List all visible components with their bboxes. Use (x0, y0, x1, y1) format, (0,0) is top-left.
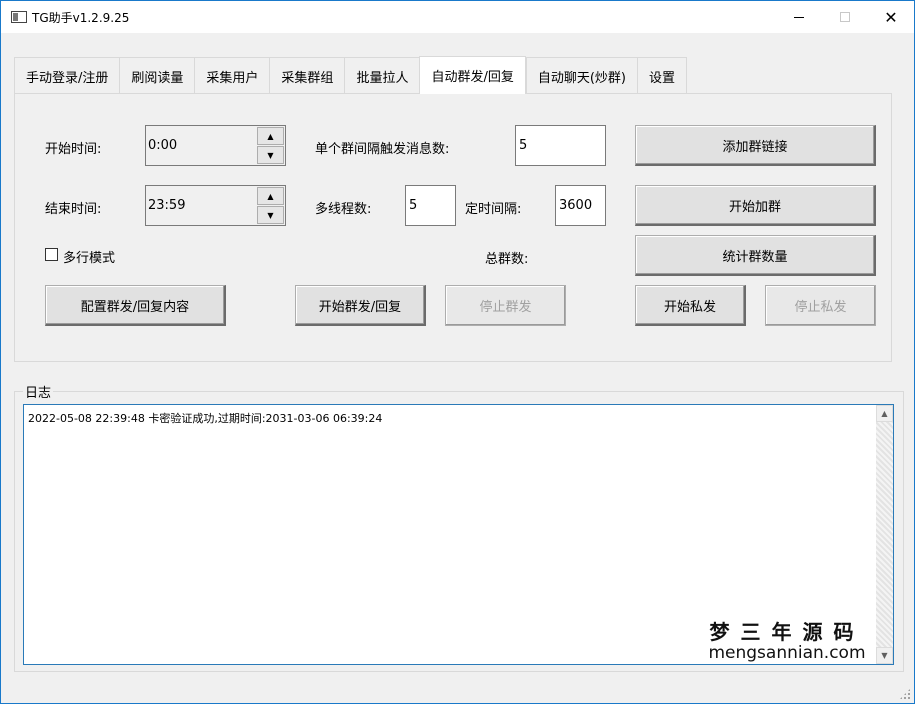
start-join-button[interactable]: 开始加群 (635, 185, 876, 226)
tab-read-count[interactable]: 刷阅读量 (119, 57, 195, 94)
title-bar[interactable]: TG助手v1.2.9.25 ✕ (1, 1, 914, 33)
tab-strip: 手动登录/注册 刷阅读量 采集用户 采集群组 批量拉人 自动群发/回复 自动聊天… (14, 56, 688, 94)
end-time-spinner[interactable]: 23:59 ▲ ▼ (145, 185, 286, 226)
window-title: TG助手v1.2.9.25 (32, 11, 130, 25)
end-time-value[interactable]: 23:59 (148, 198, 185, 213)
watermark-en: mengsannian.com (708, 643, 866, 663)
close-button[interactable]: ✕ (868, 1, 914, 33)
tab-collect-groups[interactable]: 采集群组 (269, 57, 345, 94)
tab-manual-login[interactable]: 手动登录/注册 (14, 57, 120, 94)
total-groups-label: 总群数: (485, 252, 529, 267)
log-line: 2022-05-08 22:39:48 卡密验证成功,过期时间:2031-03-… (28, 412, 383, 425)
minimize-icon (794, 16, 804, 18)
minimize-button[interactable] (776, 1, 822, 33)
tab-auto-chat[interactable]: 自动聊天(炒群) (525, 57, 637, 94)
per-group-interval-input[interactable]: 5 (515, 125, 606, 166)
timer-interval-input[interactable]: 3600 (555, 185, 606, 226)
threads-label: 多线程数: (315, 202, 372, 217)
spin-down-icon[interactable]: ▼ (257, 206, 284, 224)
start-time-value[interactable]: 0:00 (148, 138, 177, 153)
tab-auto-broadcast[interactable]: 自动群发/回复 (419, 56, 526, 94)
per-group-interval-label: 单个群间隔触发消息数: (315, 142, 450, 157)
add-group-link-button[interactable]: 添加群链接 (635, 125, 876, 166)
tab-collect-users[interactable]: 采集用户 (194, 57, 270, 94)
end-time-label: 结束时间: (45, 202, 102, 217)
tab-settings[interactable]: 设置 (637, 57, 688, 94)
log-group-label: 日志 (23, 382, 54, 401)
app-icon (11, 11, 27, 23)
configure-content-button[interactable]: 配置群发/回复内容 (45, 285, 226, 326)
spin-up-icon[interactable]: ▲ (257, 127, 284, 145)
scroll-up-icon[interactable]: ▲ (876, 405, 893, 422)
threads-input[interactable]: 5 (405, 185, 456, 226)
start-private-button[interactable]: 开始私发 (635, 285, 746, 326)
stop-broadcast-button: 停止群发 (445, 285, 566, 326)
scroll-down-icon[interactable]: ▼ (876, 647, 893, 664)
watermark-cn: 梦三年源码 (709, 620, 865, 644)
tab-bulk-invite[interactable]: 批量拉人 (344, 57, 420, 94)
log-scrollbar[interactable]: ▲ ▼ (876, 405, 893, 664)
maximize-icon (840, 12, 850, 22)
maximize-button (822, 1, 868, 33)
timer-interval-label: 定时间隔: (465, 202, 522, 217)
resize-grip-icon[interactable] (899, 688, 911, 700)
watermark: 梦三年源码 mengsannian.com (706, 616, 868, 663)
count-groups-button[interactable]: 统计群数量 (635, 235, 876, 276)
start-time-label: 开始时间: (45, 142, 102, 157)
spin-up-icon[interactable]: ▲ (257, 187, 284, 205)
app-window: TG助手v1.2.9.25 ✕ 手动登录/注册 刷阅读量 采集用户 采集群组 批… (0, 0, 915, 704)
close-icon: ✕ (884, 7, 898, 27)
multiline-label[interactable]: 多行模式 (63, 247, 115, 266)
start-broadcast-button[interactable]: 开始群发/回复 (295, 285, 426, 326)
multiline-checkbox[interactable] (45, 248, 58, 261)
spin-down-icon[interactable]: ▼ (257, 146, 284, 164)
start-time-spinner[interactable]: 0:00 ▲ ▼ (145, 125, 286, 166)
stop-private-button: 停止私发 (765, 285, 876, 326)
